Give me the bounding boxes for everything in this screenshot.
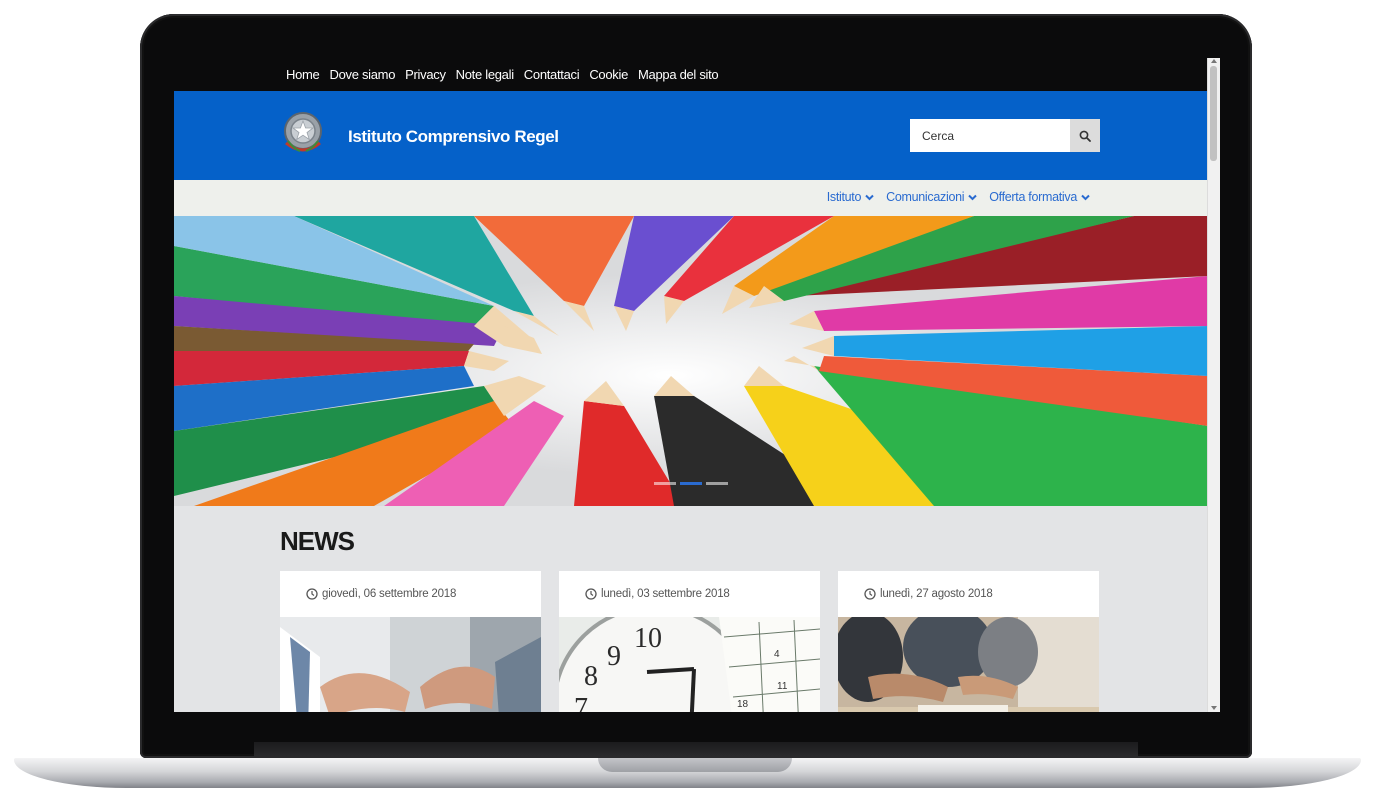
web-page: Home Dove siamo Privacy Note legali Cont… <box>174 58 1208 712</box>
top-link-cookie[interactable]: Cookie <box>589 67 628 82</box>
news-card[interactable]: lunedì, 27 agosto 2018 <box>838 571 1099 712</box>
laptop-hinge <box>254 742 1138 756</box>
top-link-note-legali[interactable]: Note legali <box>456 67 514 82</box>
page-scrollbar[interactable] <box>1207 58 1220 712</box>
carousel-dot-active[interactable] <box>680 482 702 485</box>
news-date-text: lunedì, 03 settembre 2018 <box>601 588 730 600</box>
nav-offerta-formativa[interactable]: Offerta formativa <box>989 190 1090 204</box>
clock-calendar-image[interactable]: 10 9 8 7 4 11 18 <box>559 617 820 712</box>
news-card[interactable]: lunedì, 03 settembre 2018 10 9 8 7 4 11 … <box>559 571 820 712</box>
students-image[interactable] <box>838 617 1099 712</box>
nav-comunicazioni[interactable]: Comunicazioni <box>886 190 977 204</box>
top-link-mappa-del-sito[interactable]: Mappa del sito <box>638 67 719 82</box>
svg-text:8: 8 <box>584 661 598 692</box>
top-link-privacy[interactable]: Privacy <box>405 67 446 82</box>
clock-icon <box>306 588 318 600</box>
top-link-home[interactable]: Home <box>286 67 320 82</box>
nav-comunicazioni-label: Comunicazioni <box>886 190 965 204</box>
top-links: Home Dove siamo Privacy Note legali Cont… <box>286 67 719 82</box>
main-nav: Istituto Comunicazioni Offerta formativa <box>174 180 1208 217</box>
svg-text:11: 11 <box>777 681 788 692</box>
top-bar: Home Dove siamo Privacy Note legali Cont… <box>174 58 1208 91</box>
top-link-dove-siamo[interactable]: Dove siamo <box>329 67 395 82</box>
chevron-down-icon <box>1081 194 1090 200</box>
top-link-contattaci[interactable]: Contattaci <box>524 67 580 82</box>
news-date: lunedì, 03 settembre 2018 <box>585 588 730 600</box>
scroll-up-arrow[interactable] <box>1211 59 1217 63</box>
news-date: giovedì, 06 settembre 2018 <box>306 588 456 600</box>
browser-viewport: Home Dove siamo Privacy Note legali Cont… <box>174 58 1220 712</box>
svg-text:18: 18 <box>737 699 749 710</box>
news-card[interactable]: giovedì, 06 settembre 2018 <box>280 571 541 712</box>
laptop-notch <box>598 758 792 772</box>
svg-text:4: 4 <box>774 649 780 660</box>
site-title[interactable]: Istituto Comprensivo Regel <box>348 127 559 147</box>
news-heading: NEWS <box>280 526 355 556</box>
chevron-down-icon <box>968 194 977 200</box>
chevron-down-icon <box>865 194 874 200</box>
search-button[interactable] <box>1070 119 1100 152</box>
carousel-indicators <box>654 482 728 485</box>
nav-istituto[interactable]: Istituto <box>827 190 874 204</box>
nav-istituto-label: Istituto <box>826 190 862 204</box>
handshake-image[interactable] <box>280 617 541 712</box>
carousel-dot[interactable] <box>706 482 728 485</box>
clock-icon <box>864 588 876 600</box>
svg-text:7: 7 <box>574 693 588 712</box>
site-header: Istituto Comprensivo Regel <box>174 91 1208 180</box>
scroll-thumb[interactable] <box>1210 66 1217 161</box>
search-bar <box>910 119 1100 152</box>
carousel-dot[interactable] <box>654 482 676 485</box>
news-date-text: giovedì, 06 settembre 2018 <box>322 588 457 600</box>
hero-carousel[interactable] <box>174 216 1208 506</box>
colored-pencils-image <box>174 216 1208 506</box>
nav-offerta-formativa-label: Offerta formativa <box>989 190 1077 204</box>
svg-text:9: 9 <box>607 641 621 672</box>
search-icon <box>1079 130 1091 142</box>
news-date-text: lunedì, 27 agosto 2018 <box>880 588 993 600</box>
search-input[interactable] <box>910 119 1070 152</box>
emblem-logo[interactable] <box>280 109 326 159</box>
svg-text:10: 10 <box>634 623 662 654</box>
news-date: lunedì, 27 agosto 2018 <box>864 588 993 600</box>
clock-icon <box>585 588 597 600</box>
news-cards: giovedì, 06 settembre 2018 lunedì, 03 se… <box>280 571 1099 712</box>
scroll-down-arrow[interactable] <box>1211 706 1217 710</box>
